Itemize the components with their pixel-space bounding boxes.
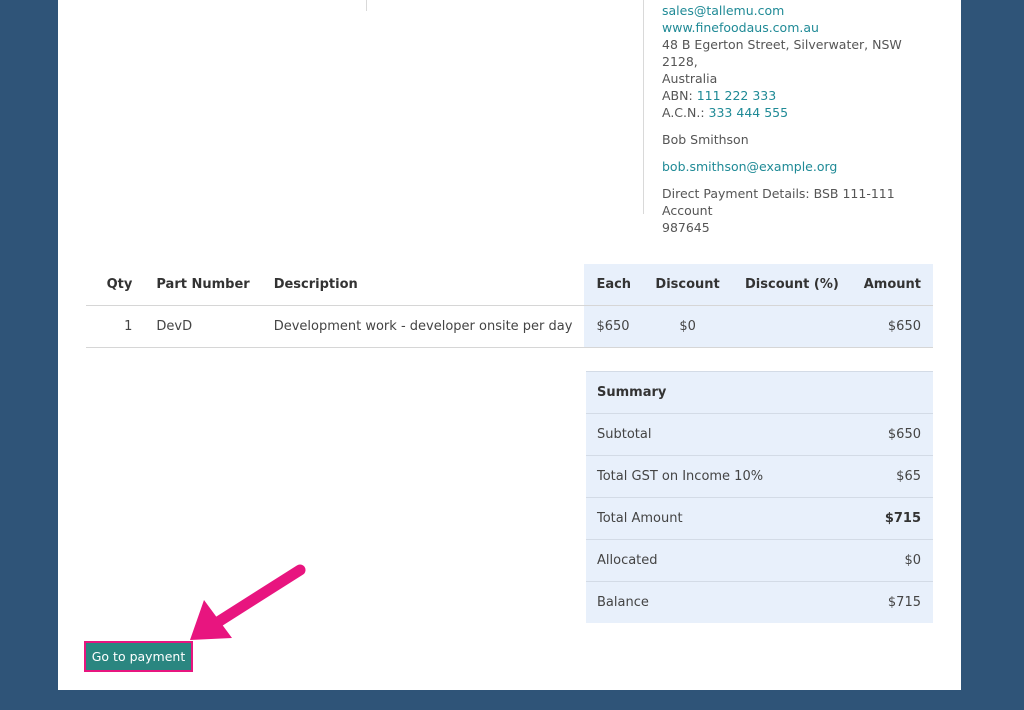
cell-each: $650 xyxy=(584,305,644,348)
cell-description: Development work - developer onsite per … xyxy=(273,319,573,334)
contact-email-link[interactable]: bob.smithson@example.org xyxy=(662,158,932,175)
allocated-label: Allocated xyxy=(597,553,658,568)
summary-row-gst: Total GST on Income 10% $65 xyxy=(586,455,933,497)
balance-value: $715 xyxy=(887,595,921,610)
column-header-discount-pct: Discount (%) xyxy=(732,264,852,306)
vendor-abn: ABN: 111 222 333 xyxy=(662,87,932,104)
cell-amount: $650 xyxy=(851,305,933,348)
table-header-row: Qty Part Number Description Each Discoun… xyxy=(86,264,933,306)
payment-details-line: Direct Payment Details: BSB 111-111 Acco… xyxy=(662,186,895,218)
table-row: 1 DevD Development work - developer onsi… xyxy=(86,305,933,348)
summary-row-balance: Balance $715 xyxy=(586,581,933,623)
vendor-details: sales@tallemu.com www.finefoodaus.com.au… xyxy=(662,2,932,236)
vendor-address-line: 48 B Egerton Street, Silverwater, NSW 21… xyxy=(662,37,902,69)
divider xyxy=(366,0,367,11)
column-header-qty: Qty xyxy=(106,277,133,292)
total-label: Total Amount xyxy=(597,511,683,526)
summary-row-subtotal: Subtotal $650 xyxy=(586,413,933,455)
cell-part-number: DevD xyxy=(156,319,193,334)
divider xyxy=(643,0,644,214)
summary-row-allocated: Allocated $0 xyxy=(586,539,933,581)
total-value: $715 xyxy=(884,511,921,526)
summary-title: Summary xyxy=(586,371,933,413)
line-items-table: Qty Part Number Description Each Discoun… xyxy=(86,264,933,348)
vendor-address-country: Australia xyxy=(662,71,718,86)
column-header-part-number: Part Number xyxy=(156,277,250,292)
balance-label: Balance xyxy=(597,595,649,610)
go-to-payment-label: Go to payment xyxy=(91,649,186,664)
column-header-discount: Discount xyxy=(643,264,733,306)
subtotal-value: $650 xyxy=(887,427,921,442)
contact-name: Bob Smithson xyxy=(662,132,749,147)
annotation-arrow-icon xyxy=(190,564,306,640)
payment-details-account: 987645 xyxy=(662,220,710,235)
vendor-acn: A.C.N.: 333 444 555 xyxy=(662,104,932,121)
summary-panel: Summary Subtotal $650 Total GST on Incom… xyxy=(586,371,933,623)
column-header-each: Each xyxy=(584,264,644,306)
go-to-payment-button[interactable]: Go to payment xyxy=(84,641,193,672)
cell-qty: 1 xyxy=(124,319,133,334)
abn-label: ABN: xyxy=(662,88,693,103)
vendor-website-link[interactable]: www.finefoodaus.com.au xyxy=(662,19,932,36)
cell-discount-pct xyxy=(732,305,852,348)
subtotal-label: Subtotal xyxy=(597,427,652,442)
cell-discount: $0 xyxy=(643,305,733,348)
summary-title-label: Summary xyxy=(597,385,667,400)
summary-row-total: Total Amount $715 xyxy=(586,497,933,539)
abn-value-link[interactable]: 111 222 333 xyxy=(697,88,777,103)
column-header-amount: Amount xyxy=(851,264,933,306)
gst-label: Total GST on Income 10% xyxy=(597,469,764,484)
gst-value: $65 xyxy=(896,469,921,484)
vendor-email-link[interactable]: sales@tallemu.com xyxy=(662,2,932,19)
column-header-description: Description xyxy=(273,277,358,292)
acn-label: A.C.N.: xyxy=(662,105,705,120)
allocated-value: $0 xyxy=(904,553,921,568)
acn-value-link[interactable]: 333 444 555 xyxy=(709,105,789,120)
